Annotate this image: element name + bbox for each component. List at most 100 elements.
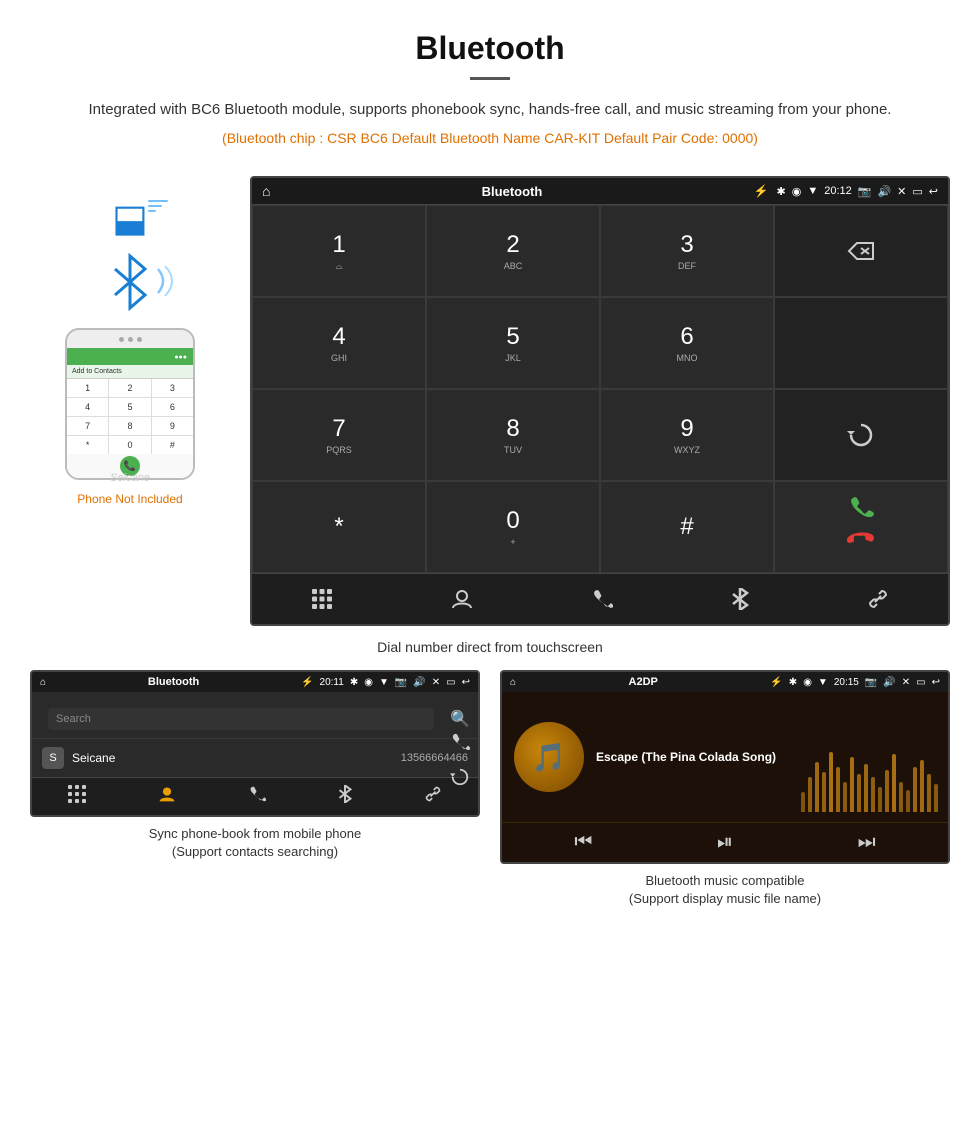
key-6[interactable]: 6 MNO — [600, 297, 774, 389]
phone-icon — [591, 588, 613, 610]
phone-key-2: 2 — [109, 379, 150, 397]
bottom-row: ⌂ Bluetooth ⚡ 20:11 ✱ ◉ ▼ 📷 🔊 ✕ ▭ ↩ Sear… — [0, 670, 980, 938]
key-8[interactable]: 8 TUV — [426, 389, 600, 481]
pb-call-icon[interactable] — [450, 732, 470, 757]
next-button[interactable]: ⏭ — [858, 831, 876, 854]
prev-button[interactable]: ⏮ — [574, 831, 592, 854]
keypad: 1 ⌓ 2 ABC 3 DEF 4 GHI — [252, 204, 948, 573]
camera-icon: 📷 — [858, 185, 872, 198]
pbn-dialpad[interactable] — [68, 785, 86, 808]
link-icon — [867, 588, 889, 610]
phone-key-7: 7 — [67, 417, 108, 435]
pb-contact-row[interactable]: S Seicane 13566664466 — [32, 738, 478, 777]
nav-contacts-icon[interactable] — [441, 584, 483, 614]
home-icon: ⌂ — [262, 183, 270, 199]
phone-key-hash: # — [152, 436, 193, 454]
key-3[interactable]: 3 DEF — [600, 205, 774, 297]
phone-key-9: 9 — [152, 417, 193, 435]
pb-wifi-icon: ▼ — [379, 677, 389, 688]
phone-screen-header: ●●● — [67, 348, 193, 365]
call-keys — [774, 481, 948, 573]
pb-side-icons — [450, 732, 470, 792]
nav-phone-icon[interactable] — [581, 584, 623, 614]
pbn-link-icon — [424, 785, 442, 803]
close-icon: ✕ — [897, 185, 906, 198]
pbn-bluetooth-icon — [338, 785, 352, 803]
pb-contacts-list: S Seicane 13566664466 — [32, 738, 478, 777]
music-body: 🎵 Escape (The Pina Colada Song) — [502, 692, 948, 822]
header-specs: (Bluetooth chip : CSR BC6 Default Blueto… — [60, 130, 920, 146]
phone-illustration: ⬓ — [30, 176, 230, 506]
key-7[interactable]: 7 PQRS — [252, 389, 426, 481]
nav-bluetooth-icon[interactable] — [721, 584, 759, 614]
music-caption: Bluetooth music compatible(Support displ… — [629, 872, 821, 908]
phone-key-5: 5 — [109, 398, 150, 416]
key-4[interactable]: 4 GHI — [252, 297, 426, 389]
dial-screen: ⌂ Bluetooth ⚡ ✱ ◉ ▼ 20:12 📷 🔊 ✕ ▭ ↩ 1 ⌓ — [250, 176, 950, 626]
pb-win-icon: ▭ — [446, 677, 455, 688]
call-green-button[interactable] — [845, 490, 877, 527]
bluetooth-symbol-svg — [100, 251, 160, 311]
equalizer — [801, 752, 938, 812]
key-1[interactable]: 1 ⌓ — [252, 205, 426, 297]
key-refresh[interactable] — [774, 389, 948, 481]
signal-waves — [148, 200, 168, 212]
pb-refresh-svg — [450, 767, 470, 787]
key-star[interactable]: * — [252, 481, 426, 573]
music-x-icon: ✕ — [902, 677, 910, 688]
music-item: ⌂ A2DP ⚡ ✱ ◉ ▼ 20:15 📷 🔊 ✕ ▭ ↩ 🎵 Escape … — [500, 670, 950, 908]
key-9[interactable]: 9 WXYZ — [600, 389, 774, 481]
pb-search-bar: Search — [48, 708, 434, 730]
key-0[interactable]: 0 + — [426, 481, 600, 573]
phone-contact-bar: Add to Contacts — [67, 365, 193, 379]
back-icon: ↩ — [929, 185, 938, 198]
music-home-icon: ⌂ — [510, 677, 516, 688]
phonebook-screen: ⌂ Bluetooth ⚡ 20:11 ✱ ◉ ▼ 📷 🔊 ✕ ▭ ↩ Sear… — [30, 670, 480, 817]
pb-back-icon: ↩ — [462, 677, 470, 688]
location-icon: ◉ — [792, 185, 802, 198]
pbn-phone[interactable] — [248, 785, 266, 808]
usb-icon: ⚡ — [754, 184, 769, 198]
nav-dialpad-icon[interactable] — [301, 584, 343, 614]
phone-key-star: * — [67, 436, 108, 454]
phone-key-0: 0 — [109, 436, 150, 454]
dial-bottom-nav — [252, 573, 948, 624]
pbn-bluetooth[interactable] — [338, 785, 352, 808]
music-screen: ⌂ A2DP ⚡ ✱ ◉ ▼ 20:15 📷 🔊 ✕ ▭ ↩ 🎵 Escape … — [500, 670, 950, 864]
key-hash[interactable]: # — [600, 481, 774, 573]
pb-home-icon: ⌂ — [40, 677, 46, 688]
pb-clock: 20:11 — [320, 677, 344, 688]
dial-screen-title: Bluetooth — [278, 184, 745, 199]
phone-top-bar — [67, 330, 193, 348]
pb-bt-icon: ✱ — [350, 677, 358, 688]
clock: 20:12 — [824, 185, 852, 197]
pb-status-bar: ⌂ Bluetooth ⚡ 20:11 ✱ ◉ ▼ 📷 🔊 ✕ ▭ ↩ — [32, 672, 478, 692]
music-status-bar: ⌂ A2DP ⚡ ✱ ◉ ▼ 20:15 📷 🔊 ✕ ▭ ↩ — [502, 672, 948, 692]
music-loc-icon: ◉ — [803, 677, 812, 688]
music-wifi-icon: ▼ — [818, 677, 828, 688]
key-5[interactable]: 5 JKL — [426, 297, 600, 389]
play-pause-button[interactable]: ⏯ — [717, 831, 733, 854]
pb-title: Bluetooth — [52, 676, 295, 688]
nav-link-icon[interactable] — [857, 584, 899, 614]
pbn-link[interactable] — [424, 785, 442, 808]
phonebook-caption: Sync phone-book from mobile phone(Suppor… — [149, 825, 361, 861]
pb-search-icon[interactable]: 🔍 — [450, 709, 470, 729]
phone-key-8: 8 — [109, 417, 150, 435]
music-win-icon: ▭ — [916, 677, 925, 688]
pb-refresh-icon[interactable] — [450, 767, 470, 792]
phone-key-1: 1 — [67, 379, 108, 397]
wifi-icon: ▼ — [807, 185, 818, 197]
header-divider — [470, 77, 510, 80]
pbn-contacts[interactable] — [158, 785, 176, 808]
bluetooth-icon: ⬓ — [112, 198, 148, 240]
phone-brand: Seicane — [110, 472, 150, 484]
key-2[interactable]: 2 ABC — [426, 205, 600, 297]
call-green-icon — [845, 490, 877, 522]
dial-caption: Dial number direct from touchscreen — [0, 631, 980, 670]
key-backspace[interactable] — [774, 205, 948, 297]
call-red-button[interactable] — [845, 527, 877, 564]
pb-phone-icon — [450, 732, 470, 752]
music-time: 20:15 — [834, 677, 859, 688]
pb-cam-icon: 📷 — [395, 677, 407, 688]
